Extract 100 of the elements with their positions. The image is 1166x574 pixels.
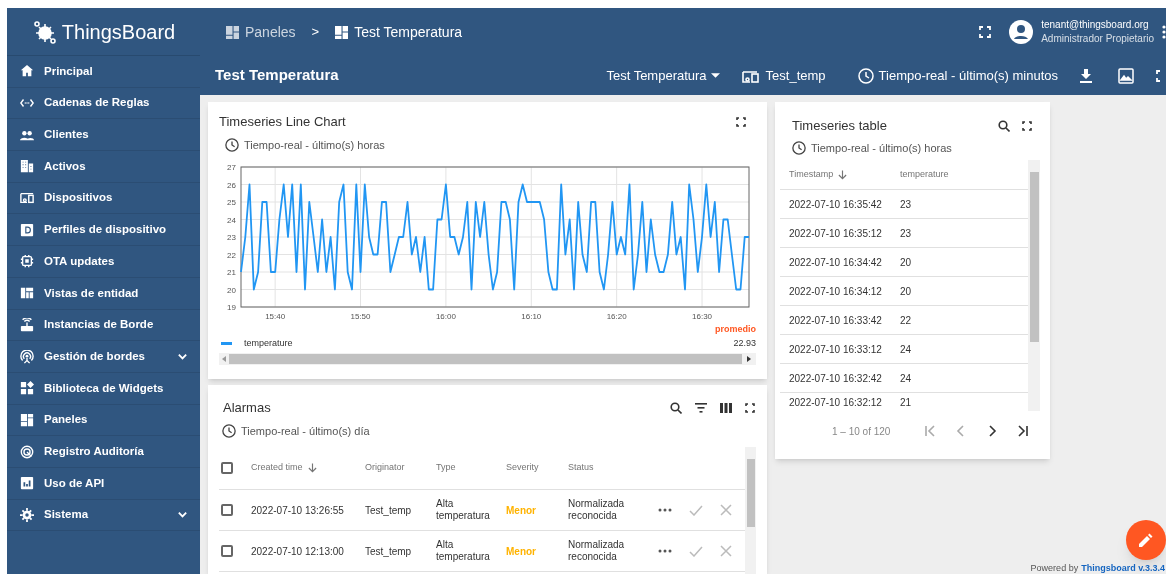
breadcrumb-link[interactable]: Paneles <box>226 21 296 43</box>
table-cell-text: 24 <box>900 342 913 357</box>
sidebar-item[interactable]: Sistema <box>7 499 200 532</box>
dropdown-caret-icon <box>710 73 720 78</box>
horizontal-scrollbar[interactable] <box>219 352 756 365</box>
logo-icon <box>31 18 58 45</box>
timewindow-button[interactable]: Tiempo-real - último(s) minutos <box>878 65 1058 86</box>
search-icon[interactable] <box>670 401 682 414</box>
table-cell-text: Test_temp <box>365 544 413 559</box>
table-cell-text: 2022-07-10 16:34:12 <box>788 284 883 299</box>
state-dropdown[interactable]: Test Temperatura <box>606 65 720 86</box>
edit-fab[interactable] <box>1126 520 1166 560</box>
fullscreen-icon[interactable] <box>736 116 746 127</box>
check-icon[interactable] <box>689 504 703 516</box>
column-header[interactable]: Severity <box>506 461 539 475</box>
sidebar-item[interactable]: Gestión de bordes <box>7 341 200 373</box>
sidebar-item[interactable]: Vistas de entidad <box>7 277 200 310</box>
avatar-icon[interactable] <box>1009 20 1034 44</box>
x-tick-label: 15:50 <box>350 312 371 321</box>
chevron-icon <box>923 425 936 437</box>
column-header[interactable]: Type <box>436 461 456 475</box>
column-header[interactable]: Originator <box>365 461 405 475</box>
sidebar-item[interactable]: Paneles <box>7 404 200 437</box>
checkbox[interactable] <box>221 462 233 474</box>
check-icon[interactable] <box>689 545 703 557</box>
badge-icon <box>20 222 34 237</box>
table-cell-text: 2022-07-10 16:33:12 <box>788 342 883 357</box>
search-icon[interactable] <box>998 119 1010 132</box>
y-tick-label: 21 <box>227 268 236 277</box>
legend-value: 22.93 <box>733 336 756 350</box>
sidebar-item[interactable]: Activos <box>7 151 200 183</box>
image-icon[interactable] <box>1118 67 1134 84</box>
fullscreen-icon[interactable] <box>1022 120 1032 131</box>
scroll-right-icon[interactable] <box>747 355 751 362</box>
checkbox[interactable] <box>221 545 233 557</box>
filter-icon[interactable] <box>695 402 707 413</box>
x-tick-label: 16:20 <box>606 312 627 321</box>
antenna-icon <box>20 349 34 364</box>
breadcrumb-link[interactable]: Test Temperatura <box>335 21 463 43</box>
table-cell-text: 22 <box>900 313 913 328</box>
table-cell-text: 2022-07-10 16:33:42 <box>788 313 883 328</box>
column-header[interactable]: temperature <box>900 167 949 182</box>
table-cell-text: 21 <box>900 395 913 410</box>
more-icon[interactable] <box>1162 25 1166 39</box>
columns-icon[interactable] <box>720 402 732 413</box>
table-cell-text: Normalizada reconocida <box>568 539 626 563</box>
chevron-down-icon <box>177 351 188 363</box>
home-icon <box>20 64 34 79</box>
table-cell-text: 2022-07-10 16:35:12 <box>788 226 883 241</box>
sidebar-item[interactable]: Uso de API <box>7 467 200 500</box>
sidebar-item[interactable]: Biblioteca de Widgets <box>7 372 200 405</box>
y-tick-label: 19 <box>227 303 236 312</box>
severity-label: Menor <box>506 503 537 518</box>
table-cell-text: 2022-07-10 16:32:12 <box>788 395 883 410</box>
download-icon[interactable] <box>1080 68 1092 83</box>
table-cell-text: 2022-07-10 13:26:55 <box>251 503 345 518</box>
clock-icon <box>222 423 236 438</box>
table-cell-text: Normalizada reconocida <box>568 498 626 522</box>
sidebar-item[interactable]: Perfiles de dispositivo <box>7 214 200 247</box>
legend-label[interactable]: temperature <box>244 336 734 351</box>
page-range: 1 – 10 of 120 <box>832 424 891 439</box>
widget-title: Timeseries Line Chart <box>219 113 346 131</box>
checkbox[interactable] <box>221 504 233 516</box>
y-tick-label: 20 <box>227 285 236 295</box>
table-cell-text: 20 <box>900 284 913 299</box>
table-cell-text: Alta temperatura <box>436 498 491 522</box>
more-icon <box>658 548 672 554</box>
dashboard-icon <box>335 25 349 39</box>
timewindow-label: Tiempo-real - último(s) día <box>241 423 370 439</box>
x-tick-label: 16:30 <box>692 312 713 321</box>
devices-icon <box>20 191 34 206</box>
vertical-scrollbar[interactable] <box>1028 160 1040 411</box>
severity-label: Menor <box>506 544 537 559</box>
dashboard-title: Test Temperatura <box>215 65 339 86</box>
chevron-icon <box>954 425 967 437</box>
y-tick-label: 26 <box>227 180 236 190</box>
widgets-icon <box>20 381 34 396</box>
app-logo-text: ThingsBoard <box>61 19 176 45</box>
x-tick-label: 16:10 <box>521 312 542 321</box>
chevron-icon <box>1016 425 1029 437</box>
column-header[interactable]: Timestamp <box>789 167 848 182</box>
table-cell-text: 23 <box>900 197 913 212</box>
fullscreen-icon[interactable] <box>745 402 755 413</box>
entity-label: Test_temp <box>765 66 826 85</box>
version-link[interactable]: Thingsboard v.3.3.4 <box>1081 563 1165 574</box>
column-header[interactable]: Status <box>568 461 594 475</box>
vertical-scrollbar[interactable] <box>745 447 756 574</box>
y-tick-label: 23 <box>227 233 236 242</box>
chevron-down-icon <box>177 509 188 521</box>
breadcrumb-separator: > <box>311 23 320 42</box>
dashboard-icon <box>226 25 239 39</box>
legend-header: promedio <box>715 323 756 336</box>
table-cell-text: 20 <box>900 255 913 270</box>
table-cell-text: 2022-07-10 16:35:42 <box>788 197 883 212</box>
column-header[interactable]: Created time <box>251 461 317 475</box>
chip-icon <box>20 254 34 269</box>
timewindow-label: Tiempo-real - último(s) horas <box>244 137 385 153</box>
powered-by-text: Powered by <box>1030 563 1079 574</box>
table-cell-text: Alta temperatura <box>436 539 491 563</box>
y-tick-label: 22 <box>227 250 236 260</box>
